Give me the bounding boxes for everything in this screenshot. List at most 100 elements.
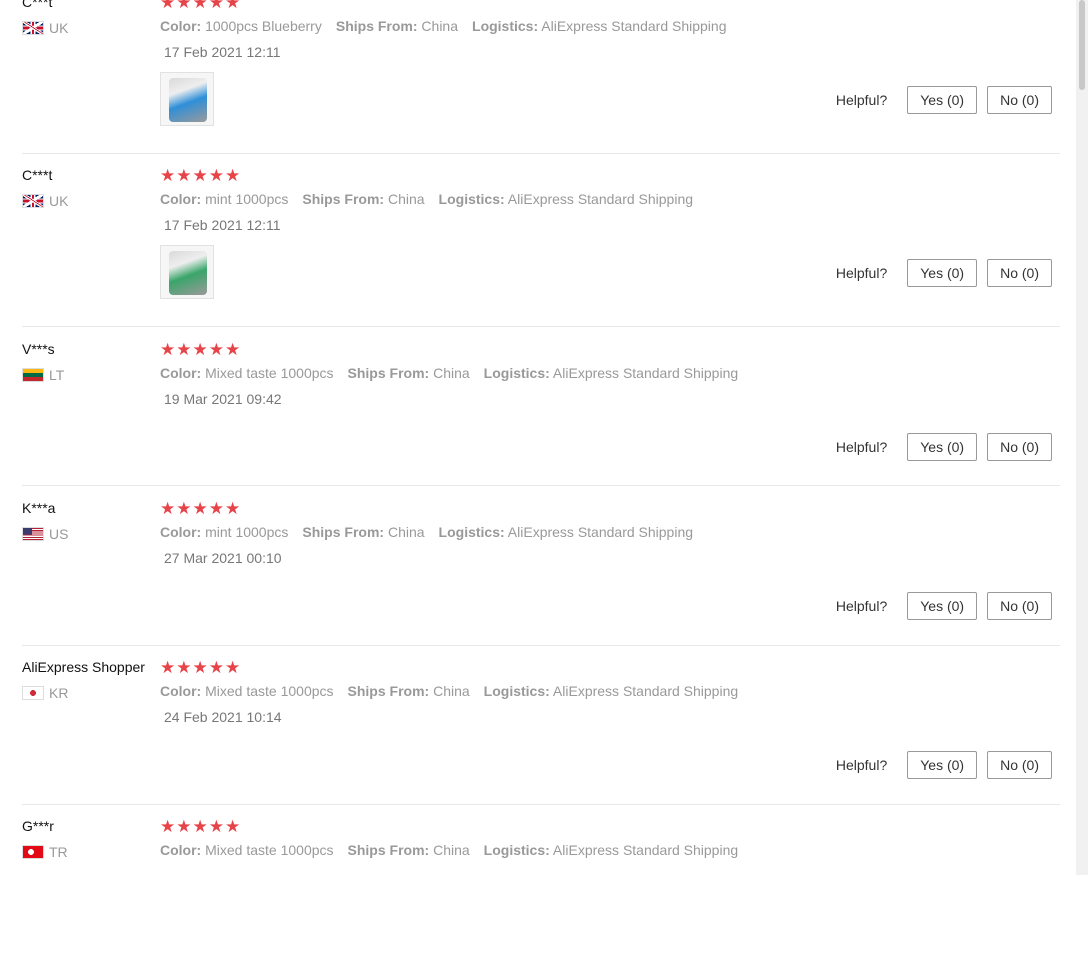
- reviewer-country: UK: [22, 20, 68, 36]
- helpful-label: Helpful?: [835, 265, 888, 281]
- color-label: Color:: [160, 524, 202, 540]
- ships-from-label: Ships From:: [302, 191, 385, 207]
- helpful-label: Helpful?: [835, 92, 888, 108]
- reviewer-name: C***t: [22, 167, 53, 183]
- color-value: 1000pcs Blueberry: [205, 18, 322, 34]
- color-label: Color:: [160, 18, 202, 34]
- color-label: Color:: [160, 365, 202, 381]
- review-date: 24 Feb 2021 10:14: [164, 709, 282, 725]
- country-code: UK: [49, 193, 69, 209]
- reviewer-name: G***r: [22, 818, 54, 834]
- helpful-label: Helpful?: [835, 757, 888, 773]
- order-info: Color: Mixed taste 1000pcs Ships From: Ch…: [160, 365, 752, 381]
- logistics-label: Logistics:: [483, 365, 550, 381]
- helpful-label: Helpful?: [835, 439, 888, 455]
- star-rating: ★★★★★: [160, 340, 242, 359]
- helpful-no-button[interactable]: No (0): [987, 433, 1052, 461]
- color-value: mint 1000pcs: [205, 191, 289, 207]
- logistics-label: Logistics:: [472, 18, 539, 34]
- logistics-label: Logistics:: [483, 842, 550, 858]
- country-code: UK: [49, 20, 69, 36]
- helpful-votes: Helpful? Yes (0) No (0): [836, 433, 1052, 461]
- country-flag-icon: [22, 368, 44, 382]
- order-info: Color: mint 1000pcs Ships From: China Logi…: [160, 191, 707, 207]
- color-label: Color:: [160, 191, 202, 207]
- ships-from-label: Ships From:: [302, 524, 385, 540]
- country-flag-icon: [22, 686, 44, 700]
- color-value: mint 1000pcs: [205, 524, 289, 540]
- ships-from-value: China: [433, 842, 470, 858]
- color-label: Color:: [160, 683, 202, 699]
- divider: [22, 645, 1060, 646]
- review-date: 27 Mar 2021 00:10: [164, 550, 282, 566]
- order-info: Color: 1000pcs Blueberry Ships From: Chin…: [160, 18, 741, 34]
- country-code: TR: [49, 844, 68, 860]
- divider: [22, 153, 1060, 154]
- country-flag-icon: [22, 845, 44, 859]
- ships-from-value: China: [433, 683, 470, 699]
- scrollbar-thumb[interactable]: [1079, 0, 1085, 90]
- country-flag-icon: [22, 21, 44, 35]
- reviewer-name: C***t: [22, 0, 53, 10]
- helpful-yes-button[interactable]: Yes (0): [907, 86, 978, 114]
- reviewer-name: AliExpress Shopper: [22, 659, 145, 675]
- product-photo: [169, 78, 207, 122]
- helpful-yes-button[interactable]: Yes (0): [907, 751, 978, 779]
- order-info: Color: Mixed taste 1000pcs Ships From: Ch…: [160, 683, 752, 699]
- star-rating: ★★★★★: [160, 817, 242, 836]
- divider: [22, 485, 1060, 486]
- country-code: KR: [49, 685, 69, 701]
- review-date: 19 Mar 2021 09:42: [164, 391, 282, 407]
- country-code: LT: [49, 367, 65, 383]
- review-date: 17 Feb 2021 12:11: [164, 217, 281, 233]
- review-item: V***s LT ★★★★★ Color: Mixed taste 1000pcs Sh…: [22, 341, 1060, 486]
- star-rating: ★★★★★: [160, 0, 242, 12]
- logistics-value: AliExpress Standard Shipping: [552, 842, 739, 858]
- logistics-value: AliExpress Standard Shipping: [541, 18, 727, 34]
- ships-from-label: Ships From:: [335, 18, 418, 34]
- ships-from-value: China: [421, 18, 459, 34]
- logistics-label: Logistics:: [438, 191, 505, 207]
- helpful-no-button[interactable]: No (0): [987, 751, 1052, 779]
- review-photo-thumbnail[interactable]: [160, 72, 214, 126]
- helpful-no-button[interactable]: No (0): [987, 86, 1052, 114]
- star-rating: ★★★★★: [160, 499, 242, 518]
- country-flag-icon: [22, 527, 44, 541]
- product-photo: [169, 251, 207, 295]
- reviewer-country: UK: [22, 193, 68, 209]
- divider: [22, 804, 1060, 805]
- review-photo-thumbnail[interactable]: [160, 245, 214, 299]
- helpful-label: Helpful?: [835, 598, 888, 614]
- star-rating: ★★★★★: [160, 166, 242, 185]
- reviewer-name: K***a: [22, 500, 56, 516]
- logistics-value: AliExpress Standard Shipping: [507, 524, 694, 540]
- helpful-votes: Helpful? Yes (0) No (0): [836, 86, 1052, 114]
- review-item: C***t UK ★★★★★ Color: mint 1000pcs Ships Fro…: [22, 167, 1060, 327]
- review-item: C***t UK ★★★★★ Color: 1000pcs Blueberry Ship…: [22, 0, 1060, 154]
- country-code: US: [49, 526, 69, 542]
- review-list: C***t UK ★★★★★ Color: 1000pcs Blueberry Ship…: [0, 0, 1088, 875]
- helpful-yes-button[interactable]: Yes (0): [907, 259, 978, 287]
- helpful-yes-button[interactable]: Yes (0): [907, 592, 978, 620]
- helpful-no-button[interactable]: No (0): [987, 592, 1052, 620]
- helpful-votes: Helpful? Yes (0) No (0): [836, 259, 1052, 287]
- reviewer-country: LT: [22, 367, 64, 383]
- ships-from-value: China: [433, 365, 470, 381]
- helpful-votes: Helpful? Yes (0) No (0): [836, 751, 1052, 779]
- color-value: Mixed taste 1000pcs: [205, 842, 334, 858]
- reviewer-country: TR: [22, 844, 68, 860]
- ships-from-label: Ships From:: [347, 842, 430, 858]
- ships-from-label: Ships From:: [347, 683, 430, 699]
- star-rating: ★★★★★: [160, 658, 242, 677]
- color-value: Mixed taste 1000pcs: [205, 683, 334, 699]
- helpful-yes-button[interactable]: Yes (0): [907, 433, 978, 461]
- scrollbar[interactable]: [1076, 0, 1088, 875]
- logistics-label: Logistics:: [438, 524, 505, 540]
- ships-from-label: Ships From:: [347, 365, 430, 381]
- divider: [22, 326, 1060, 327]
- logistics-value: AliExpress Standard Shipping: [552, 365, 739, 381]
- reviewer-name: V***s: [22, 341, 55, 357]
- country-flag-icon: [22, 194, 44, 208]
- helpful-no-button[interactable]: No (0): [987, 259, 1052, 287]
- review-date: 17 Feb 2021 12:11: [164, 44, 281, 60]
